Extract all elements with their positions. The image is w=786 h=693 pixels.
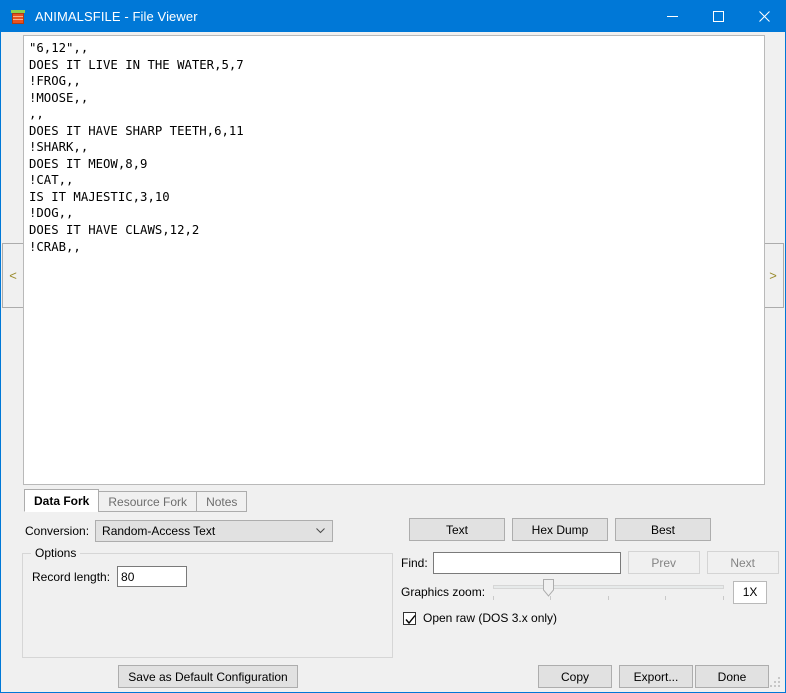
- best-view-button[interactable]: Best: [615, 518, 711, 541]
- conversion-select[interactable]: Random-Access Text: [95, 520, 334, 542]
- tab-notes-label: Notes: [206, 494, 238, 509]
- copy-button[interactable]: Copy: [538, 665, 612, 688]
- text-view-button[interactable]: Text: [409, 518, 505, 541]
- record-length-label: Record length:: [32, 569, 111, 584]
- minimize-icon[interactable]: [649, 1, 695, 32]
- export-label: Export...: [633, 669, 679, 684]
- find-input[interactable]: [432, 551, 621, 574]
- options-groupbox: Options Record length: 80: [22, 546, 393, 658]
- tab-data-fork[interactable]: Data Fork: [24, 489, 100, 512]
- options-legend: Options: [31, 546, 81, 560]
- find-next-label: Next: [730, 555, 756, 570]
- slider-thumb[interactable]: [543, 579, 555, 597]
- conversion-selected-value: Random-Access Text: [102, 524, 216, 538]
- done-label: Done: [717, 669, 747, 684]
- fork-tabstrip: Data Fork Resource Fork Notes: [24, 489, 248, 512]
- copy-label: Copy: [560, 669, 589, 684]
- done-button[interactable]: Done: [695, 665, 769, 688]
- tab-resource-fork[interactable]: Resource Fork: [98, 491, 198, 512]
- file-viewer-window: ANIMALSFILE - File Viewer < > "6,12",, D…: [0, 0, 786, 693]
- chevron-right-icon: >: [769, 268, 777, 283]
- chevron-left-icon: <: [9, 268, 17, 283]
- open-raw-label: Open raw (DOS 3.x only): [423, 611, 558, 625]
- file-content-text: "6,12",, DOES IT LIVE IN THE WATER,5,7 !…: [29, 41, 244, 254]
- graphics-zoom-value: 1X: [733, 580, 768, 604]
- find-prev-button[interactable]: Prev: [627, 551, 700, 574]
- hex-dump-label: Hex Dump: [531, 522, 589, 537]
- save-default-configuration-label: Save as Default Configuration: [128, 669, 288, 684]
- conversion-label: Conversion:: [25, 524, 90, 538]
- slider-ticks: [493, 596, 725, 601]
- next-file-button[interactable]: >: [762, 243, 784, 308]
- file-viewer-icon: [10, 9, 26, 25]
- open-raw-row[interactable]: Open raw (DOS 3.x only): [403, 611, 557, 625]
- graphics-zoom-label: Graphics zoom:: [401, 585, 486, 599]
- checkmark-icon: [405, 614, 416, 624]
- maximize-icon[interactable]: [695, 1, 741, 32]
- tab-data-fork-label: Data Fork: [34, 493, 90, 508]
- conversion-row: Conversion: Random-Access Text: [25, 520, 334, 542]
- save-default-configuration-button[interactable]: Save as Default Configuration: [118, 665, 298, 688]
- find-label: Find:: [401, 555, 428, 570]
- graphics-zoom-slider[interactable]: [493, 579, 725, 605]
- window-controls: [649, 1, 785, 32]
- title-bar: ANIMALSFILE - File Viewer: [1, 1, 785, 32]
- resize-grip[interactable]: [769, 676, 782, 689]
- view-mode-buttons: Text Hex Dump Best: [409, 518, 711, 541]
- record-length-row: Record length: 80: [32, 566, 188, 587]
- graphics-zoom-row: Graphics zoom: 1X: [401, 579, 768, 605]
- record-length-input[interactable]: 80: [117, 566, 188, 587]
- best-view-label: Best: [650, 522, 675, 537]
- export-button[interactable]: Export...: [619, 665, 693, 688]
- open-raw-checkbox[interactable]: [403, 611, 416, 625]
- find-prev-label: Prev: [651, 555, 677, 570]
- record-length-value: 80: [121, 569, 135, 584]
- file-content-viewer[interactable]: "6,12",, DOES IT LIVE IN THE WATER,5,7 !…: [23, 35, 765, 485]
- tab-resource-fork-label: Resource Fork: [108, 494, 188, 509]
- chevron-down-icon: [316, 528, 325, 534]
- text-view-label: Text: [445, 522, 468, 537]
- find-next-button[interactable]: Next: [706, 551, 779, 574]
- close-icon[interactable]: [741, 1, 785, 32]
- window-title: ANIMALSFILE - File Viewer: [35, 9, 198, 24]
- hex-dump-button[interactable]: Hex Dump: [512, 518, 608, 541]
- previous-file-button[interactable]: <: [2, 243, 24, 308]
- slider-track: [493, 585, 725, 589]
- find-row: Find: Prev Next: [401, 551, 779, 574]
- tab-notes[interactable]: Notes: [196, 491, 248, 512]
- graphics-zoom-value-text: 1X: [742, 585, 758, 599]
